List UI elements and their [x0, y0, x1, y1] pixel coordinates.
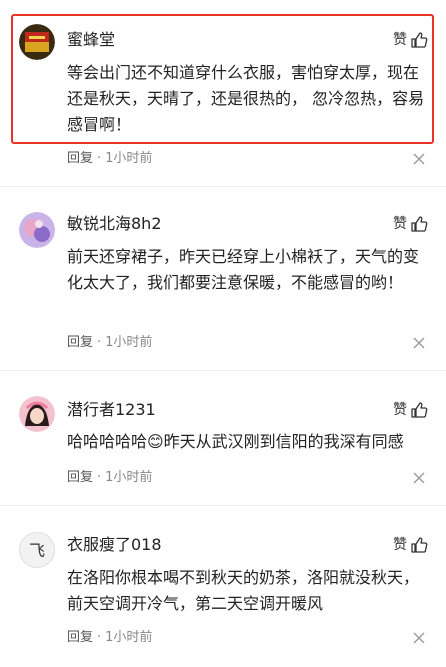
close-icon[interactable] — [412, 152, 426, 166]
close-icon[interactable] — [412, 471, 426, 485]
like-label: 赞 — [393, 32, 407, 48]
close-icon[interactable] — [412, 336, 426, 350]
comment-text: 在洛阳你根本喝不到秋天的奶茶，洛阳就没秋天，前天空调开冷气，第二天空调开暖风 — [67, 568, 420, 613]
meta-separator: · — [97, 470, 102, 485]
reply-button[interactable]: 回复 — [67, 150, 93, 168]
timestamp: 1小时前 — [105, 335, 153, 350]
timestamp: 1小时前 — [105, 630, 153, 645]
comment-meta: 回复 · 1小时前 — [67, 629, 152, 647]
thumbs-up-icon — [411, 32, 428, 48]
comment-text: 等会出门还不知道穿什么衣服，害怕穿太厚，现在还是秋天，天晴了，还是很热的， 忽冷… — [67, 63, 425, 134]
like-button[interactable]: 赞 — [393, 535, 428, 555]
comment-meta: 回复 · 1小时前 — [67, 469, 152, 487]
meta-separator: · — [97, 151, 102, 166]
like-label: 赞 — [393, 402, 407, 418]
comment-meta: 回复 · 1小时前 — [67, 334, 152, 352]
thumbs-up-icon — [411, 537, 428, 553]
like-label: 赞 — [393, 216, 407, 232]
avatar[interactable] — [19, 396, 55, 432]
avatar-lettering: 飞 — [29, 541, 45, 560]
timestamp: 1小时前 — [105, 151, 153, 166]
avatar[interactable] — [19, 24, 55, 60]
username[interactable]: 蜜蜂堂 — [67, 30, 115, 50]
like-button[interactable]: 赞 — [393, 30, 428, 50]
timestamp: 1小时前 — [105, 470, 153, 485]
meta-separator: · — [97, 335, 102, 350]
thumbs-up-icon — [411, 402, 428, 418]
avatar[interactable] — [19, 212, 55, 248]
divider — [0, 505, 446, 506]
comment-text: 哈哈哈哈哈😊昨天从武汉刚到信阳的我深有同感 — [67, 432, 404, 451]
meta-separator: · — [97, 630, 102, 645]
close-icon[interactable] — [412, 631, 426, 645]
like-button[interactable]: 赞 — [393, 400, 428, 420]
thumbs-up-icon — [411, 216, 428, 232]
username[interactable]: 潜行者1231 — [67, 400, 156, 420]
like-label: 赞 — [393, 537, 407, 553]
username[interactable]: 敏锐北海8h2 — [67, 214, 162, 234]
comment-text: 前天还穿裙子，昨天已经穿上小棉袄了，天气的变化太大了，我们都要注意保暖，不能感冒… — [67, 247, 420, 292]
avatar[interactable]: 飞 — [19, 532, 55, 568]
divider — [0, 186, 446, 187]
username[interactable]: 衣服瘦了018 — [67, 535, 162, 555]
divider — [0, 370, 446, 371]
comment-meta: 回复 · 1小时前 — [67, 150, 152, 168]
reply-button[interactable]: 回复 — [67, 334, 93, 352]
reply-button[interactable]: 回复 — [67, 469, 93, 487]
like-button[interactable]: 赞 — [393, 214, 428, 234]
reply-button[interactable]: 回复 — [67, 629, 93, 647]
